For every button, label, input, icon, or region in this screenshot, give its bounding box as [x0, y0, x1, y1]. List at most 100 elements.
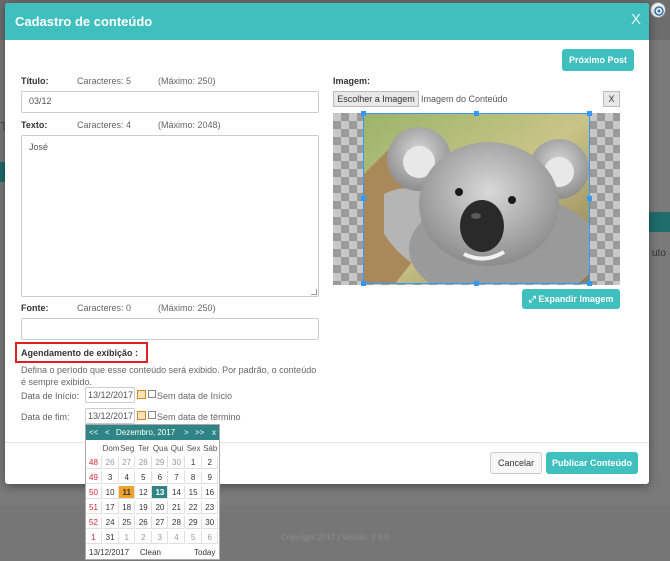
calendar-day[interactable]: 17: [102, 501, 119, 514]
next-year-button[interactable]: >>: [195, 428, 204, 437]
calendar-day[interactable]: 30: [169, 456, 185, 469]
crop-handle[interactable]: [587, 196, 592, 201]
calendar-day[interactable]: 1: [185, 456, 202, 469]
title-max-length: (Máximo: 250): [158, 76, 216, 86]
calendar-day[interactable]: 9: [202, 471, 219, 484]
week-number: 51: [86, 501, 102, 514]
weekday-label: Dom: [102, 444, 120, 453]
today-button[interactable]: Today: [194, 548, 215, 557]
text-textarea[interactable]: José: [21, 135, 319, 297]
source-input[interactable]: [21, 318, 319, 340]
date-picker-popup: << < Dezembro, 2017 > >> x Dom Seg Ter Qua Q…: [85, 424, 220, 560]
calendar-close-button[interactable]: x: [212, 428, 216, 437]
weekday-label: Ter: [138, 444, 150, 453]
calendar-icon[interactable]: [137, 390, 146, 399]
calendar-day[interactable]: 20: [152, 501, 169, 514]
calendar-day[interactable]: 6: [202, 531, 219, 544]
calendar-day[interactable]: 19: [135, 501, 152, 514]
calendar-day[interactable]: 26: [135, 516, 152, 529]
calendar-day[interactable]: 29: [185, 516, 202, 529]
calendar-day[interactable]: 23: [202, 501, 219, 514]
calendar-day[interactable]: 18: [119, 501, 136, 514]
calendar-week-row: 52 24 25 26 27 28 29 30: [86, 516, 219, 529]
calendar-day[interactable]: 3: [152, 531, 169, 544]
text-label: Texto:: [21, 120, 48, 130]
calendar-day[interactable]: 27: [152, 516, 169, 529]
choose-image-button[interactable]: Escolher a Imagem: [333, 91, 419, 107]
no-start-date-checkbox[interactable]: [148, 390, 156, 398]
crop-handle[interactable]: [361, 281, 366, 286]
expand-image-button[interactable]: ⤢ Expandir Imagem: [522, 289, 620, 309]
calendar-day[interactable]: 4: [169, 531, 185, 544]
calendar-day[interactable]: 1: [119, 531, 136, 544]
calendar-day[interactable]: 27: [119, 456, 136, 469]
no-end-date-label: Sem data de término: [157, 412, 241, 422]
calendar-day[interactable]: 10: [102, 486, 119, 499]
no-end-date-checkbox[interactable]: [148, 411, 156, 419]
calendar-day[interactable]: 15: [185, 486, 202, 499]
weekday-label: Sex: [186, 444, 201, 453]
calendar-month-year: Dezembro, 2017: [116, 428, 176, 437]
cancel-button[interactable]: Cancelar: [490, 452, 542, 474]
calendar-day[interactable]: 5: [185, 531, 202, 544]
weekday-header: Dom Seg Ter Qua Qui Sex Sáb: [86, 442, 219, 454]
crop-frame[interactable]: [363, 113, 590, 284]
publish-button[interactable]: Publicar Conteúdo: [546, 452, 638, 474]
calendar-day[interactable]: 11: [119, 486, 136, 499]
calendar-day[interactable]: 14: [169, 486, 185, 499]
calendar-day[interactable]: 13: [152, 486, 169, 499]
clean-button[interactable]: Clean: [140, 548, 161, 557]
next-post-button[interactable]: Próximo Post: [562, 49, 634, 71]
start-date-input[interactable]: 13/12/2017: [85, 387, 135, 403]
settings-icon[interactable]: [650, 2, 666, 18]
source-label: Fonte:: [21, 303, 49, 313]
prev-month-button[interactable]: <: [105, 428, 110, 437]
crop-handle[interactable]: [474, 281, 479, 286]
expand-arrows-icon: ⤢: [528, 294, 536, 304]
calendar-day[interactable]: 5: [135, 471, 152, 484]
modal-title: Cadastro de conteúdo: [15, 14, 153, 29]
scheduling-description: Defina o período que esse conteúdo será …: [21, 365, 317, 387]
calendar-day[interactable]: 7: [169, 471, 185, 484]
calendar-day[interactable]: 29: [152, 456, 169, 469]
crop-handle[interactable]: [361, 111, 366, 116]
calendar-day[interactable]: 16: [202, 486, 219, 499]
calendar-day[interactable]: 25: [119, 516, 136, 529]
title-input[interactable]: 03/12: [21, 91, 319, 113]
calendar-week-row: 1 31 1 2 3 4 5 6: [86, 531, 219, 544]
crop-handle[interactable]: [474, 111, 479, 116]
calendar-header: << < Dezembro, 2017 > >> x: [86, 425, 219, 440]
remove-image-button[interactable]: X: [603, 91, 620, 107]
crop-handle[interactable]: [361, 196, 366, 201]
calendar-selected-date: 13/12/2017: [89, 548, 130, 557]
crop-handle[interactable]: [587, 281, 592, 286]
image-filename: Imagem do Conteúdo: [421, 94, 508, 104]
resize-grip-icon[interactable]: [311, 289, 317, 295]
calendar-day[interactable]: 24: [102, 516, 119, 529]
text-char-count: Caracteres: 4: [77, 120, 132, 130]
week-number: 52: [86, 516, 102, 529]
end-date-input[interactable]: 13/12/2017: [85, 408, 135, 424]
calendar-icon[interactable]: [137, 411, 146, 420]
calendar-day[interactable]: 31: [102, 531, 119, 544]
week-number: 49: [86, 471, 102, 484]
end-date-label: Data de fim:: [21, 412, 70, 422]
next-month-button[interactable]: >: [184, 428, 189, 437]
calendar-day[interactable]: 6: [152, 471, 169, 484]
calendar-day[interactable]: 2: [135, 531, 152, 544]
calendar-day[interactable]: 4: [119, 471, 136, 484]
calendar-day[interactable]: 22: [185, 501, 202, 514]
calendar-day[interactable]: 2: [202, 456, 219, 469]
calendar-day[interactable]: 26: [102, 456, 119, 469]
calendar-day[interactable]: 28: [135, 456, 152, 469]
calendar-day[interactable]: 28: [169, 516, 185, 529]
close-button[interactable]: X: [631, 11, 641, 28]
calendar-day[interactable]: 30: [202, 516, 219, 529]
calendar-day[interactable]: 8: [185, 471, 202, 484]
calendar-day[interactable]: 3: [102, 471, 119, 484]
crop-handle[interactable]: [587, 111, 592, 116]
calendar-day[interactable]: 21: [169, 501, 185, 514]
week-number: 1: [86, 531, 102, 544]
prev-year-button[interactable]: <<: [89, 428, 98, 437]
calendar-day[interactable]: 12: [135, 486, 152, 499]
